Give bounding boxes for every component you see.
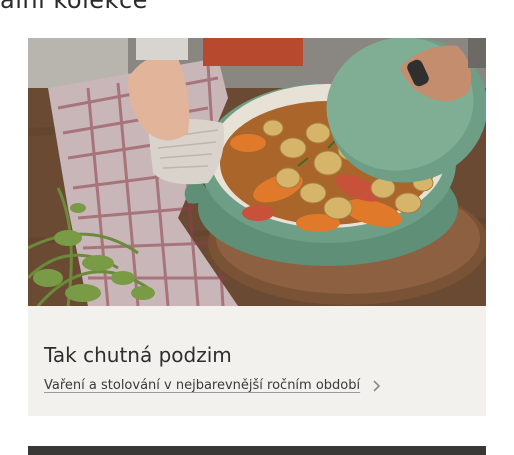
collection-card[interactable]: Tak chutná podzim Vaření a stolování v n… xyxy=(28,38,486,416)
section-title: ální kolekce xyxy=(0,0,148,14)
chevron-right-icon[interactable] xyxy=(372,379,381,392)
card-link[interactable]: Vaření a stolování v nejbarevnější roční… xyxy=(44,378,381,393)
card-image[interactable] xyxy=(28,38,486,306)
cooking-photo xyxy=(28,38,486,306)
card-title[interactable]: Tak chutná podzim xyxy=(44,343,232,367)
next-collection-card[interactable] xyxy=(28,446,486,455)
collection-page: ální kolekce Tak chutná podzim Vaření a … xyxy=(0,0,514,455)
card-link-text[interactable]: Vaření a stolování v nejbarevnější roční… xyxy=(44,378,360,393)
